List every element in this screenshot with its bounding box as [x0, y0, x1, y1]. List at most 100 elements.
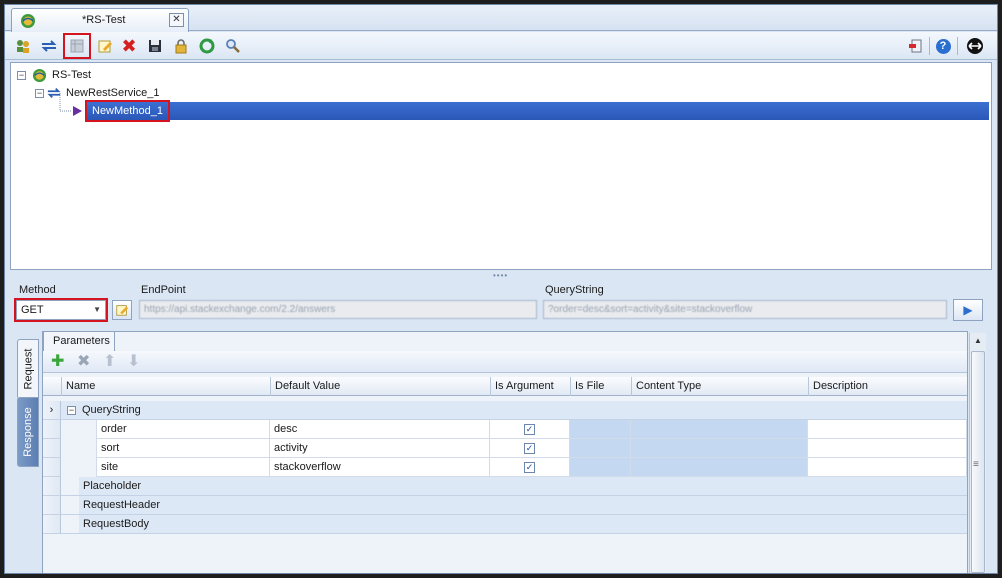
param-value-cell[interactable]: stackoverflow [270, 458, 490, 477]
content-type-cell[interactable] [631, 439, 808, 458]
help-icon[interactable]: ? [933, 36, 953, 56]
group-label: − QueryString [61, 401, 967, 420]
param-value-cell[interactable]: activity [270, 439, 490, 458]
group-requestbody-label: RequestBody [79, 515, 967, 534]
grid-header: Name Default Value Is Argument Is File C… [43, 377, 967, 396]
row-header [43, 439, 61, 458]
group-row-requestheader[interactable]: RequestHeader [43, 496, 967, 515]
column-header-name[interactable]: Name [61, 377, 270, 396]
row-indent [61, 420, 97, 439]
group-placeholder-label: Placeholder [79, 477, 967, 496]
add-parameter-icon[interactable]: ✚ [51, 353, 64, 371]
move-up-icon[interactable]: ⬆ [103, 353, 116, 371]
group-indent [61, 496, 79, 515]
group-querystring-label: QueryString [82, 404, 141, 416]
lock-icon[interactable] [171, 36, 191, 56]
description-cell[interactable] [808, 458, 967, 477]
main-toolbar: ✖ ? [5, 32, 997, 60]
tab-response-label: Response [22, 407, 35, 457]
document-tab[interactable]: *RS-Test ✕ [11, 8, 189, 32]
edit-icon[interactable] [95, 36, 115, 56]
disabled-grid-icon[interactable] [63, 33, 91, 59]
tab-parameters[interactable]: Parameters [43, 331, 115, 351]
column-header-content-type[interactable]: Content Type [631, 377, 808, 396]
search-icon[interactable] [223, 36, 243, 56]
querystring-label: QueryString [545, 284, 604, 296]
tab-title: *RS-Test [82, 14, 126, 26]
group-indent [61, 477, 79, 496]
content-type-cell[interactable] [631, 420, 808, 439]
is-argument-cell[interactable]: ✓ [490, 420, 570, 439]
tree-node-service[interactable]: − NewRestService_1 [35, 84, 160, 102]
refresh-icon[interactable] [197, 36, 217, 56]
column-header-description[interactable]: Description [808, 377, 967, 396]
group-row-placeholder[interactable]: Placeholder [43, 477, 967, 496]
row-indent [61, 439, 97, 458]
endpoint-input[interactable]: https://api.stackexchange.com/2.2/answer… [139, 300, 537, 319]
row-marker: › [43, 401, 61, 420]
save-icon[interactable] [145, 36, 165, 56]
column-header-default-value[interactable]: Default Value [270, 377, 490, 396]
param-name-cell[interactable]: site [97, 458, 270, 477]
group-row-querystring[interactable]: › − QueryString [43, 401, 967, 420]
column-header-is-file[interactable]: Is File [570, 377, 631, 396]
method-select[interactable]: GET ▼ [14, 298, 108, 322]
chevron-down-icon: ▼ [93, 305, 101, 314]
group-requestheader-label: RequestHeader [79, 496, 967, 515]
close-tab-button[interactable]: ✕ [169, 13, 184, 27]
toolbar-separator [957, 37, 958, 55]
collapse-toggle[interactable]: − [67, 405, 76, 415]
is-argument-checkbox[interactable]: ✓ [524, 442, 535, 454]
edit-method-button[interactable] [112, 300, 132, 320]
panel-splitter[interactable]: •••• [493, 271, 508, 280]
group-row-requestbody[interactable]: RequestBody [43, 515, 967, 534]
is-argument-checkbox[interactable]: ✓ [524, 461, 535, 473]
service-tree: − RS-Test − NewRestService_1 NewMethod_1 [10, 62, 992, 270]
toolbar-separator [929, 37, 930, 55]
row-header [43, 458, 61, 477]
collapse-toggle[interactable]: − [17, 70, 26, 80]
move-down-icon[interactable]: ⬇ [127, 353, 140, 371]
globe-icon [32, 68, 47, 83]
column-header-is-argument[interactable]: Is Argument [490, 377, 570, 396]
description-cell[interactable] [808, 439, 967, 458]
table-row[interactable]: sort activity ✓ [43, 439, 967, 458]
scroll-up-icon[interactable]: ▲ [974, 336, 982, 345]
refresh-service-icon[interactable] [39, 36, 59, 56]
row-header [43, 420, 61, 439]
run-button[interactable]: ▶ [953, 299, 983, 321]
is-argument-cell[interactable]: ✓ [490, 439, 570, 458]
app-globe-icon [20, 13, 36, 29]
method-label: Method [19, 284, 56, 296]
remove-parameter-icon[interactable]: ✖ [77, 353, 90, 371]
delete-icon[interactable]: ✖ [119, 36, 139, 56]
is-file-cell[interactable] [570, 439, 631, 458]
play-icon: ▶ [963, 303, 973, 317]
document-tab-strip: *RS-Test ✕ [5, 5, 997, 32]
tab-request[interactable]: Request [17, 339, 39, 399]
tree-method-label: NewMethod_1 [92, 105, 163, 117]
tree-node-root[interactable]: − RS-Test [17, 66, 91, 84]
param-value-cell[interactable]: desc [270, 420, 490, 439]
tab-response[interactable]: Response [17, 397, 39, 467]
is-argument-checkbox[interactable]: ✓ [524, 423, 535, 435]
querystring-input[interactable]: ?order=desc&sort=activity&site=stackover… [543, 300, 947, 319]
is-file-cell[interactable] [570, 420, 631, 439]
dock-icon[interactable] [965, 36, 985, 56]
param-name-cell[interactable]: sort [97, 439, 270, 458]
description-cell[interactable] [808, 420, 967, 439]
users-icon[interactable] [13, 36, 33, 56]
collapse-toggle[interactable]: − [35, 88, 44, 98]
row-header [43, 496, 61, 515]
content-type-cell[interactable] [631, 458, 808, 477]
tree-node-method[interactable]: NewMethod_1 [85, 100, 170, 122]
param-name-cell[interactable]: order [97, 420, 270, 439]
vertical-scrollbar[interactable]: ▲ ≡ [969, 333, 986, 573]
method-arrow-icon [71, 105, 83, 117]
table-row[interactable]: site stackoverflow ✓ [43, 458, 967, 477]
exit-icon[interactable] [905, 36, 925, 56]
table-row[interactable]: order desc ✓ [43, 420, 967, 439]
group-indent [61, 515, 79, 534]
is-file-cell[interactable] [570, 458, 631, 477]
is-argument-cell[interactable]: ✓ [490, 458, 570, 477]
